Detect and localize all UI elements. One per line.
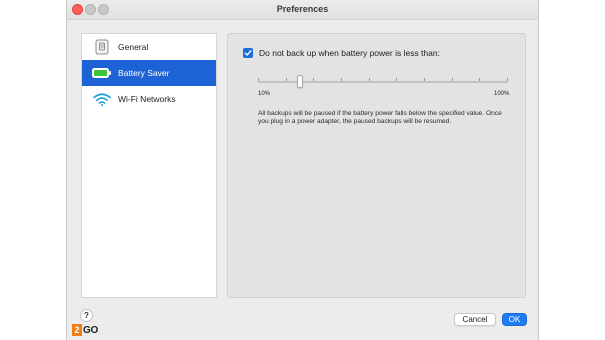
title-bar: Preferences <box>67 0 538 20</box>
sidebar-item-wifi-networks[interactable]: Wi-Fi Networks <box>82 86 216 112</box>
battery-threshold-option: Do not back up when battery power is les… <box>243 48 440 58</box>
sidebar-item-label: General <box>118 42 149 52</box>
sidebar-item-general[interactable]: General <box>82 34 216 60</box>
slider-max-label: 100% <box>494 91 510 97</box>
watermark-text: GO <box>83 324 98 336</box>
window-title: Preferences <box>276 4 329 14</box>
2go-watermark-logo: 2 GO <box>72 324 98 336</box>
battery-saver-description: All backups will be paused if the batter… <box>258 110 502 126</box>
help-button[interactable]: ? <box>80 309 93 322</box>
checkmark-icon <box>244 50 252 56</box>
preferences-sidebar: General Battery Saver Wi-Fi Networks <box>81 33 217 298</box>
slider-track <box>258 81 508 83</box>
battery-saver-panel: Do not back up when battery power is les… <box>227 33 526 298</box>
sidebar-item-label: Battery Saver <box>118 68 170 78</box>
battery-threshold-label: Do not back up when battery power is les… <box>259 48 440 58</box>
battery-threshold-slider[interactable] <box>258 75 508 90</box>
battery-threshold-checkbox[interactable] <box>243 48 253 58</box>
sidebar-item-label: Wi-Fi Networks <box>118 94 176 104</box>
wifi-icon <box>91 92 113 106</box>
watermark-digit: 2 <box>72 324 82 336</box>
preferences-window: Preferences General Battery Saver Wi-Fi … <box>66 0 539 340</box>
slider-thumb[interactable] <box>297 75 303 88</box>
general-icon <box>91 39 113 55</box>
ok-button[interactable]: OK <box>502 313 527 326</box>
cancel-button[interactable]: Cancel <box>454 313 496 326</box>
sidebar-item-battery-saver[interactable]: Battery Saver <box>82 60 216 86</box>
battery-icon <box>91 68 113 78</box>
slider-min-label: 10% <box>258 91 271 97</box>
